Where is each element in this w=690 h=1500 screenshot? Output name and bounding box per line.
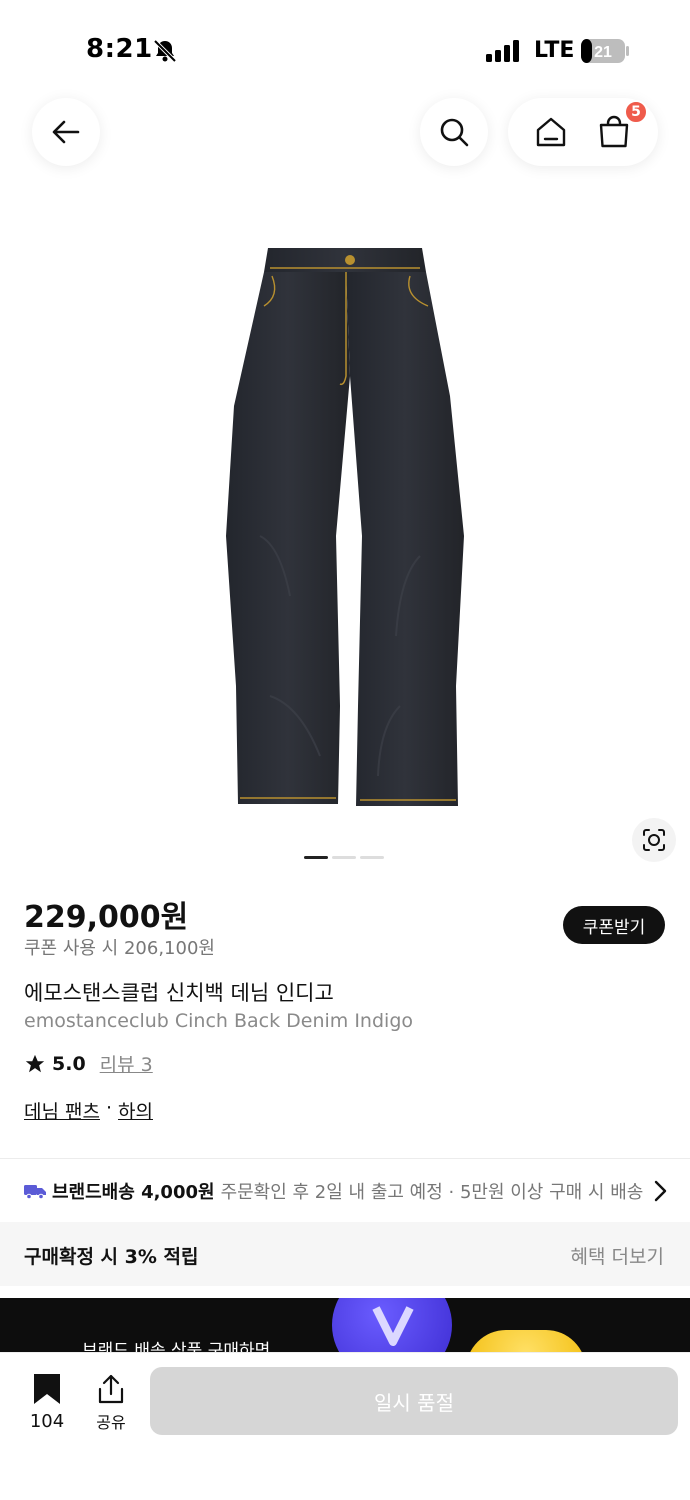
- camera-scan-icon: [643, 829, 665, 851]
- category-link-bottoms[interactable]: 하의: [118, 1097, 153, 1124]
- bookmark-icon: [34, 1374, 60, 1404]
- home-icon[interactable]: [534, 115, 568, 149]
- benefit-more-link[interactable]: 혜택 더보기: [571, 1242, 664, 1269]
- bookmark-count: 104: [29, 1411, 65, 1432]
- arrow-left-icon: [52, 120, 80, 144]
- bottom-action-bar: 104 공유 일시 품절: [0, 1352, 690, 1500]
- svg-text:21: 21: [594, 44, 612, 61]
- bookmark-button[interactable]: 104: [24, 1373, 70, 1433]
- coupon-price: 쿠폰 사용 시 206,100원: [24, 938, 215, 959]
- shipping-label: 브랜드배송 4,000원: [52, 1182, 215, 1203]
- sold-out-button[interactable]: 일시 품절: [150, 1367, 678, 1435]
- search-icon: [440, 118, 469, 147]
- image-pagination: [304, 856, 384, 859]
- battery-icon: 21: [581, 39, 629, 63]
- shipping-detail: 주문확인 후 2일 내 출고 예정 · 5만원 이상 구매 시 배송비 무료: [220, 1182, 644, 1203]
- v-logo-icon: [372, 1306, 414, 1346]
- rating-row: 5.0 리뷰 3: [24, 1050, 153, 1077]
- back-button[interactable]: [32, 98, 100, 166]
- product-image[interactable]: [200, 236, 490, 816]
- status-time: 8:21: [86, 34, 153, 64]
- promo-banner[interactable]: 브랜드 배송 상품 구매하면: [0, 1298, 690, 1358]
- points-row: 구매확정 시 3% 적립 혜택 더보기: [0, 1222, 690, 1286]
- bell-off-icon: [153, 39, 177, 63]
- star-icon: [25, 1054, 45, 1072]
- pagination-dot[interactable]: [304, 856, 328, 859]
- pagination-dot[interactable]: [360, 856, 384, 859]
- product-title-korean: 에모스탠스클럽 신치백 데님 인디고: [24, 981, 334, 1005]
- network-type: LTE: [534, 38, 575, 63]
- category-breadcrumb: 데님 팬츠 · 하의: [24, 1097, 153, 1124]
- category-link-denim-pants[interactable]: 데님 팬츠: [24, 1097, 100, 1124]
- truck-icon: [24, 1185, 46, 1199]
- review-link[interactable]: 리뷰 3: [100, 1050, 153, 1077]
- visual-search-button[interactable]: [632, 818, 676, 862]
- product-price: 229,000원: [24, 900, 189, 935]
- status-bar: 8:21 LTE 21: [0, 0, 690, 100]
- share-icon: [98, 1374, 124, 1404]
- home-cart-group: 5: [508, 98, 658, 166]
- get-coupon-button[interactable]: 쿠폰받기: [563, 906, 665, 944]
- chevron-right-icon: [654, 1180, 667, 1202]
- product-title-english: emostanceclub Cinch Back Denim Indigo: [24, 1010, 413, 1032]
- cart-count-badge: 5: [624, 100, 648, 124]
- category-separator: ·: [105, 1097, 113, 1119]
- shipping-info-row[interactable]: 브랜드배송 4,000원 주문확인 후 2일 내 출고 예정 · 5만원 이상 …: [24, 1176, 670, 1206]
- search-button[interactable]: [420, 98, 488, 166]
- cart-button[interactable]: 5: [596, 100, 648, 150]
- share-button[interactable]: 공유: [88, 1373, 134, 1433]
- rating-value: 5.0: [52, 1052, 86, 1075]
- pagination-dot[interactable]: [332, 856, 356, 859]
- signal-icon: [486, 40, 519, 62]
- coin-graphic: [332, 1298, 452, 1358]
- share-label: 공유: [96, 1413, 126, 1432]
- divider: [0, 1158, 690, 1159]
- points-text: 구매확정 시 3% 적립: [24, 1246, 199, 1268]
